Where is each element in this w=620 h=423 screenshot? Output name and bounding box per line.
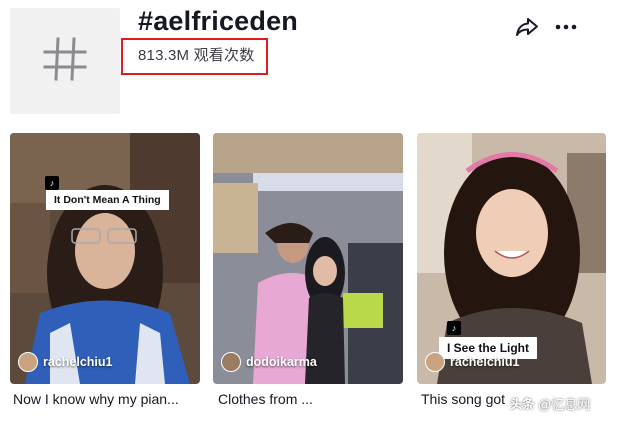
hashtag-avatar — [10, 8, 120, 114]
page-title: #aelfriceden — [138, 6, 298, 36]
creator-name: dodoikarma — [246, 355, 317, 369]
tiktok-logo-icon: ♪ — [447, 321, 461, 335]
video-overlay-text: It Don't Mean A Thing — [46, 190, 169, 210]
creator-avatar — [18, 352, 38, 372]
video-thumbnail — [213, 133, 403, 384]
view-count: 813.3M 观看次数 — [138, 47, 255, 64]
creator-info[interactable]: dodoikarma — [221, 352, 317, 372]
creator-info[interactable]: rachelchiu1 — [425, 352, 519, 372]
creator-avatar — [425, 352, 445, 372]
video-thumbnail — [10, 133, 200, 384]
creator-info[interactable]: rachelchiu1 — [18, 352, 112, 372]
more-options-button[interactable] — [553, 15, 579, 39]
video-card[interactable]: ♪ It Don't Mean A Thing rachelchiu1 — [10, 133, 200, 384]
watermark-prefix: 头条 — [510, 397, 535, 411]
hashtag-icon — [39, 33, 91, 90]
creator-name: rachelchiu1 — [43, 355, 113, 369]
video-card[interactable]: ♪ I See the Light rachelchiu1 — [417, 133, 606, 384]
video-caption[interactable]: Clothes from ... — [218, 391, 403, 407]
watermark-text: @忆息网 — [538, 397, 591, 412]
video-card[interactable]: dodoikarma — [213, 133, 403, 384]
creator-name: rachelchiu1 — [450, 355, 520, 369]
video-caption[interactable]: Now I know why my pian... — [13, 391, 198, 407]
watermark: 头条 @忆息网 — [510, 394, 590, 413]
creator-avatar — [221, 352, 241, 372]
more-icon — [553, 24, 579, 43]
share-button[interactable] — [514, 15, 540, 39]
tiktok-logo-icon: ♪ — [45, 176, 59, 190]
share-icon — [514, 18, 540, 43]
